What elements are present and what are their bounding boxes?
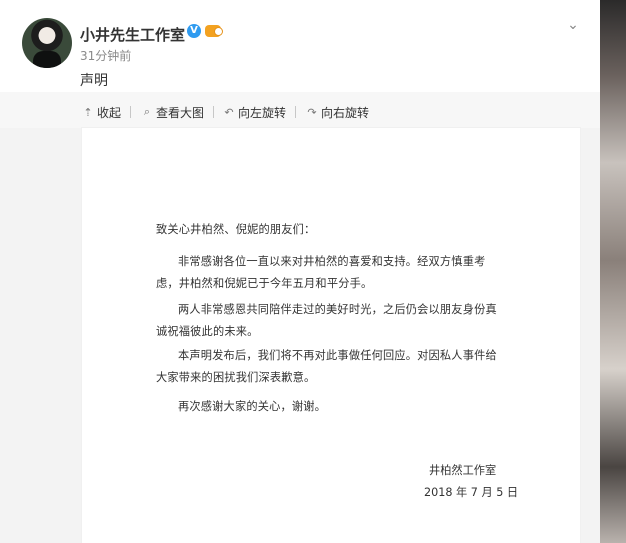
author-name[interactable]: 小井先生工作室 — [80, 24, 185, 45]
collapse-label: 收起 — [97, 105, 122, 120]
statement-date: 2018 年 7 月 5 日 — [424, 486, 519, 499]
statement-greeting: 致关心井柏然、倪妮的朋友们： — [156, 223, 316, 236]
post-time[interactable]: 31分钟前 — [80, 47, 131, 64]
rotate-left-icon: ↶ — [224, 105, 234, 119]
member-badge-icon — [205, 25, 223, 37]
view-large-button[interactable]: ⌕ 查看大图 — [140, 104, 204, 120]
collapse-button[interactable]: ⇡ 收起 — [81, 104, 121, 120]
arrow-up-icon: ⇡ — [83, 105, 93, 119]
weibo-post-card: 小井先生工作室 V 31分钟前 ⌄ 声明 ⇡ 收起 ⌕ 查看大图 ↶ 向左旋转 … — [0, 0, 600, 543]
background-photo — [600, 0, 626, 543]
statement-paragraph: 两人非常感恩共同陪伴走过的美好时光，之后仍会以朋友身份真诚祝福彼此的未来。 — [156, 303, 497, 338]
rotate-right-label: 向右旋转 — [321, 105, 370, 120]
magnifier-icon: ⌕ — [143, 105, 151, 118]
statement-paragraph: 本声明发布后，我们将不再对此事做任何回应。对因私人事件给大家带来的困扰我们深表歉… — [156, 349, 497, 384]
rotate-left-label: 向左旋转 — [238, 105, 287, 120]
statement-paragraph: 非常感谢各位一直以来对井柏然的喜爱和支持。经双方慎重考虑，井柏然和倪妮已于今年五… — [156, 255, 486, 290]
rotate-left-button[interactable]: ↶ 向左旋转 — [222, 104, 286, 120]
avatar[interactable] — [22, 18, 72, 68]
post-text: 声明 — [80, 73, 108, 89]
view-large-label: 查看大图 — [156, 105, 205, 120]
toolbar-divider — [295, 106, 296, 118]
statement-paragraph: 再次感谢大家的关心，谢谢。 — [178, 400, 327, 413]
toolbar-divider — [130, 106, 131, 118]
chevron-down-icon[interactable]: ⌄ — [563, 16, 583, 34]
toolbar-divider — [213, 106, 214, 118]
rotate-right-icon: ↷ — [307, 105, 317, 119]
rotate-right-button[interactable]: ↷ 向右旋转 — [305, 104, 369, 120]
statement-signature: 井柏然工作室 — [429, 464, 497, 477]
verified-v-icon: V — [187, 24, 201, 38]
